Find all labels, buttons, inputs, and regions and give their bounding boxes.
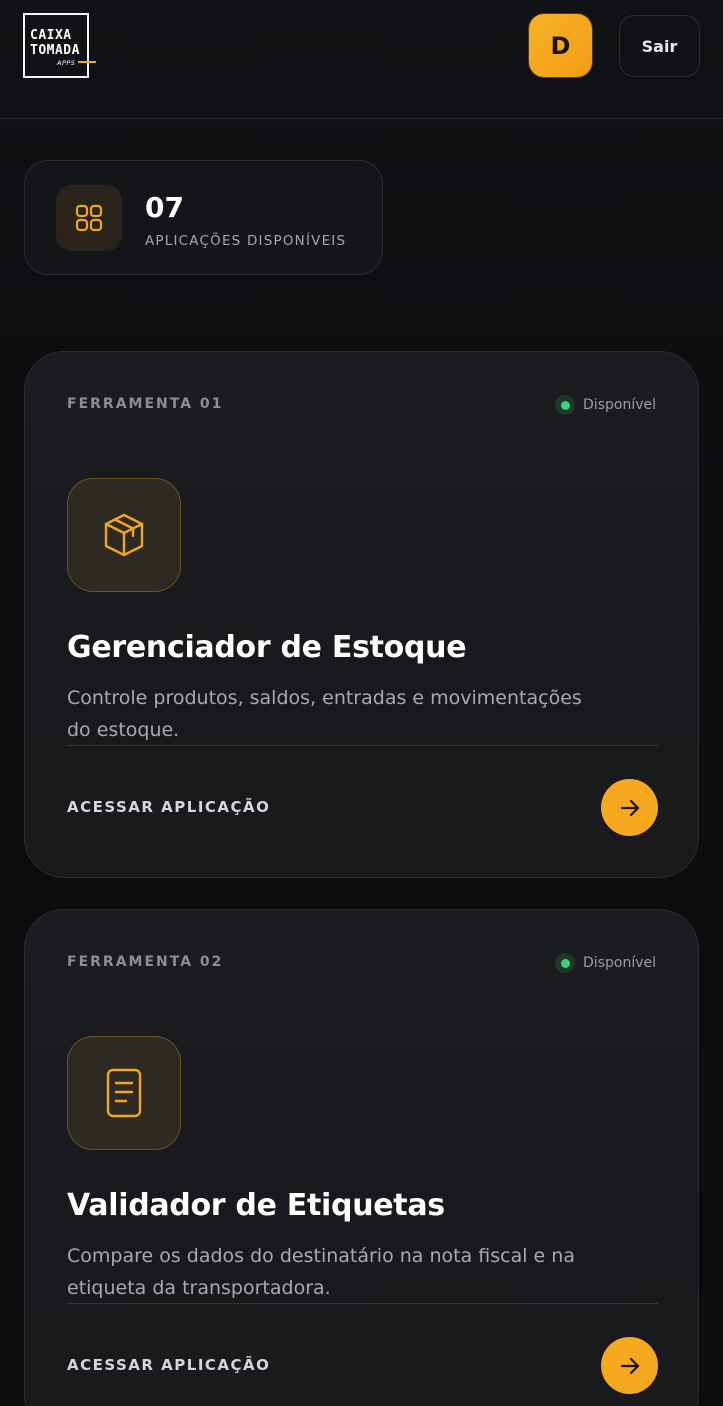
tool-tag: FERRAMENTA 01: [67, 396, 224, 412]
apps-count: 07: [145, 191, 184, 224]
open-app-link[interactable]: ACESSAR APLICAÇÃO: [67, 798, 270, 816]
status-dot-icon: [555, 395, 576, 415]
status-badge: Disponível: [555, 953, 656, 973]
grid-icon: [56, 185, 122, 251]
tool-title: Validador de Etiquetas: [67, 1188, 445, 1223]
arrow-right-icon[interactable]: [601, 1337, 658, 1394]
open-app-link[interactable]: ACESSAR APLICAÇÃO: [67, 1356, 270, 1374]
top-header: CAIXA TOMADA APPS D Sair: [0, 0, 723, 119]
tool-description: Compare os dados do destinatário na nota…: [67, 1245, 575, 1299]
tool-card-estoque[interactable]: FERRAMENTA 01 Disponível Gerenciador de …: [24, 351, 699, 878]
card-divider: [67, 1303, 658, 1304]
box-icon: [67, 478, 181, 592]
arrow-right-icon[interactable]: [601, 779, 658, 836]
document-icon: [67, 1036, 181, 1150]
tool-tag: FERRAMENTA 02: [67, 954, 224, 970]
card-divider: [67, 745, 658, 746]
logo-accent-bar: [78, 61, 96, 63]
apps-count-label: APLICAÇÕES DISPONÍVEIS: [145, 233, 347, 249]
caixa-tomada-logo[interactable]: CAIXA TOMADA APPS: [23, 13, 97, 79]
tool-card-etiquetas[interactable]: FERRAMENTA 02 Disponível Validador de Et…: [24, 909, 699, 1406]
user-avatar[interactable]: D: [529, 14, 592, 77]
logout-button[interactable]: Sair: [619, 15, 700, 77]
status-badge: Disponível: [555, 395, 656, 415]
status-label: Disponível: [583, 397, 656, 413]
logo-line-1: CAIXA: [30, 28, 72, 43]
status-label: Disponível: [583, 955, 656, 971]
tool-title: Gerenciador de Estoque: [67, 630, 467, 665]
apps-count-card: 07 APLICAÇÕES DISPONÍVEIS: [24, 160, 383, 275]
logo-line-2: TOMADA: [30, 43, 80, 58]
logo-apps-label: APPS: [57, 59, 76, 67]
app-page: CAIXA TOMADA APPS D Sair 07 APLICAÇÕES D…: [0, 0, 723, 1406]
status-dot-icon: [555, 953, 576, 973]
tool-description: Controle produtos, saldos, entradas e mo…: [67, 687, 582, 741]
logo-wordmark: CAIXA TOMADA: [30, 28, 80, 58]
